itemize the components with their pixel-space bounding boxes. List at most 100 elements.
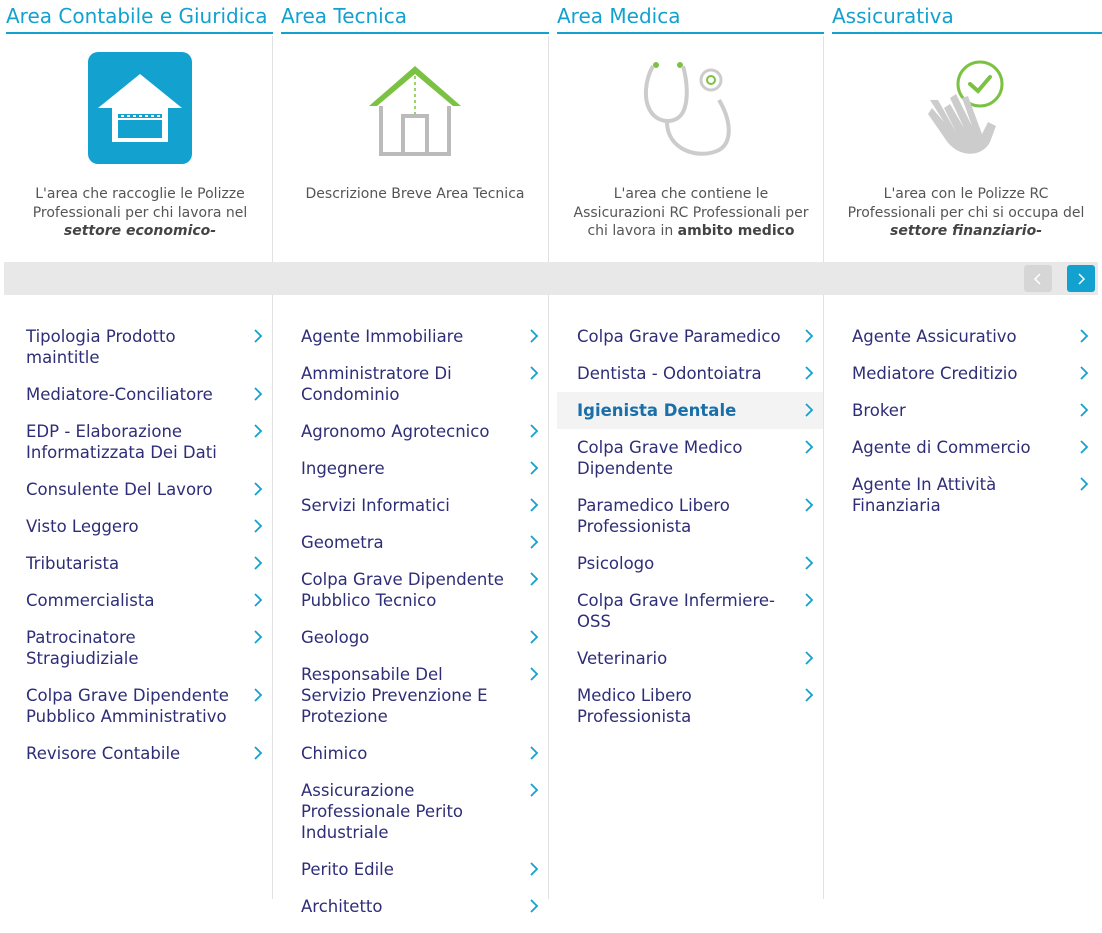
list-item[interactable]: Tributarista [6,553,272,574]
chevron-right-icon [530,535,539,549]
title-underline [281,32,549,34]
list-item-label: Assicurazione Professionale Perito Indus… [301,781,464,842]
column-title[interactable]: Area Tecnica [281,4,407,28]
list-item[interactable]: Agronomo Agrotecnico [281,421,548,442]
list-item-label: Colpa Grave Dipendente Pubblico Amminist… [26,686,229,726]
list-item[interactable]: Geometra [281,532,548,553]
list-item[interactable]: Agente Assicurativo [832,326,1098,347]
chevron-right-icon [1080,477,1089,491]
hand-check-icon [924,60,1014,164]
areas-carousel: Area Contabile e Giuridica L'area che ra… [0,0,1102,916]
list-item[interactable]: Agente In Attività Finanziaria [832,474,1098,516]
chevron-right-icon [805,556,814,570]
list-item-label: Paramedico Libero Professionista [577,496,730,536]
profession-list: Colpa Grave Paramedico Dentista - Odontoi… [557,326,823,743]
list-item[interactable]: Broker [832,400,1098,421]
list-item-label: Chimico [301,744,368,763]
list-item[interactable]: Patrocinatore Stragiudiziale [6,627,272,669]
chevron-right-icon [254,329,263,343]
list-item[interactable]: Colpa Grave Paramedico [557,326,823,347]
list-item-label: Visto Leggero [26,517,139,536]
prev-button[interactable] [1024,265,1052,292]
list-item[interactable]: Commercialista [6,590,272,611]
list-item-label: Agente Assicurativo [852,327,1017,346]
list-item[interactable]: Visto Leggero [6,516,272,537]
list-item-label: Commercialista [26,591,155,610]
list-item[interactable]: Medico Libero Professionista [557,685,823,727]
list-item-label: Agente di Commercio [852,438,1031,457]
divider [823,36,824,262]
list-item[interactable]: Mediatore Creditizio [832,363,1098,384]
chevron-right-icon [530,461,539,475]
chevron-right-icon [805,651,814,665]
list-item[interactable]: Colpa Grave Infermiere-OSS [557,590,823,632]
chevron-right-icon [530,424,539,438]
list-item[interactable]: Amministratore Di Condominio [281,363,548,405]
list-item[interactable]: Ingegnere [281,458,548,479]
next-button[interactable] [1067,265,1095,292]
list-item-label: Agente In Attività Finanziaria [852,475,997,515]
list-item-label: Amministratore Di Condominio [301,364,452,404]
list-item[interactable]: Mediatore-Conciliatore [6,384,272,405]
list-item-label: Agronomo Agrotecnico [301,422,490,441]
list-item-label: Colpa Grave Infermiere-OSS [577,591,775,631]
divider [548,295,549,899]
chevron-left-icon [1033,272,1041,285]
carousel-bar [4,262,1098,295]
chevron-right-icon [530,572,539,586]
divider [823,295,824,899]
list-item[interactable]: Colpa Grave Dipendente Pubblico Amminist… [6,685,272,727]
list-item[interactable]: Perito Edile [281,859,548,880]
list-item-label: Perito Edile [301,860,394,879]
title-underline [832,32,1102,34]
list-item[interactable]: Psicologo [557,553,823,574]
list-item[interactable]: Tipologia Prodotto maintitle [6,326,272,368]
chevron-right-icon [530,498,539,512]
column-title[interactable]: Area Contabile e Giuridica [6,4,268,28]
house-badge-icon [88,52,192,168]
list-item[interactable]: Igienista Dentale [557,392,823,429]
column-description: L'area che raccoglie le Polizze Professi… [32,186,248,239]
list-item[interactable]: Revisore Contabile [6,743,272,764]
divider [272,36,273,262]
list-item-label: Psicologo [577,554,655,573]
chevron-right-icon [805,688,814,702]
list-item-label: Tipologia Prodotto maintitle [26,327,176,367]
list-item[interactable]: Geologo [281,627,548,648]
chevron-right-icon [1080,329,1089,343]
chevron-right-icon [805,440,814,454]
profession-list: Agente Assicurativo Mediatore Creditizio B… [832,326,1098,532]
list-item[interactable]: Veterinario [557,648,823,669]
chevron-right-icon [1080,403,1089,417]
chevron-right-icon [254,746,263,760]
list-item[interactable]: Assicurazione Professionale Perito Indus… [281,780,548,843]
list-item[interactable]: Consulente Del Lavoro [6,479,272,500]
list-item[interactable]: Responsabile Del Servizio Prevenzione E … [281,664,548,727]
chevron-right-icon [254,688,263,702]
chevron-right-icon [530,366,539,380]
profession-list: Agente Immobiliare Amministratore Di Cond… [281,326,548,933]
column-title[interactable]: Area Medica [557,4,680,28]
chevron-right-icon [530,630,539,644]
chevron-right-icon [805,403,814,417]
list-item[interactable]: EDP - Elaborazione Informatizzata Dei Da… [6,421,272,463]
list-item-label: Mediatore Creditizio [852,364,1018,383]
list-item-label: Agente Immobiliare [301,327,464,346]
chevron-right-icon [254,482,263,496]
list-item[interactable]: Colpa Grave Dipendente Pubblico Tecnico [281,569,548,611]
list-item-label: Responsabile Del Servizio Prevenzione E … [301,665,488,726]
list-item[interactable]: Paramedico Libero Professionista [557,495,823,537]
list-item-label: Servizi Informatici [301,496,450,515]
list-item[interactable]: Servizi Informatici [281,495,548,516]
list-item[interactable]: Architetto [281,896,548,917]
list-item[interactable]: Colpa Grave Medico Dipendente [557,437,823,479]
list-item[interactable]: Chimico [281,743,548,764]
list-item[interactable]: Dentista - Odontoiatra [557,363,823,384]
list-item[interactable]: Agente Immobiliare [281,326,548,347]
list-item[interactable]: Agente di Commercio [832,437,1098,458]
list-item-label: Dentista - Odontoiatra [577,364,762,383]
title-underline [557,32,824,34]
column-title[interactable]: Assicurativa [832,4,954,28]
chevron-right-icon [530,329,539,343]
profession-list: Tipologia Prodotto maintitle Mediatore-Co… [6,326,272,780]
